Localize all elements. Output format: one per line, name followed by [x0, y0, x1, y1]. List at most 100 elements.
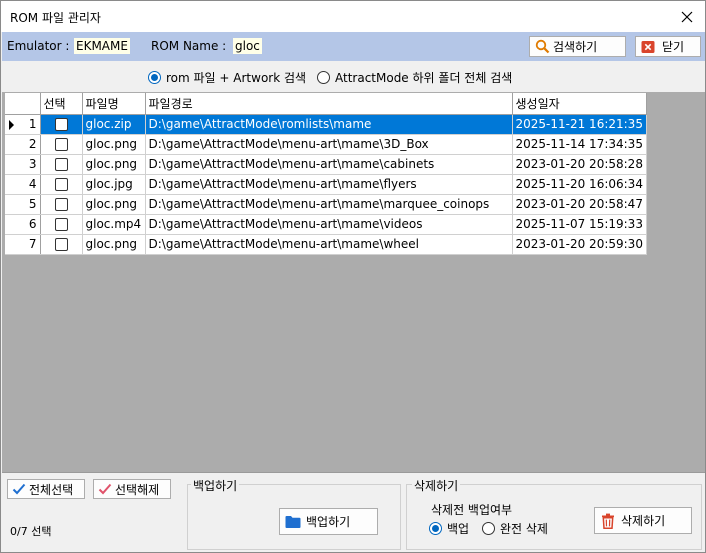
filepath-cell[interactable]: D:\game\AttractMode\menu-art\mame\marque…: [145, 194, 513, 215]
row-number[interactable]: 5: [5, 194, 41, 215]
folder-icon: [285, 515, 301, 528]
filename-cell[interactable]: gloc.png: [82, 234, 146, 255]
column-header-filepath[interactable]: 파일경로: [145, 93, 513, 115]
check-icon: [12, 483, 26, 495]
column-header-created[interactable]: 생성일자: [512, 93, 647, 115]
filename-cell[interactable]: gloc.png: [82, 154, 146, 175]
close-button-label: 닫기: [662, 40, 685, 54]
row-select-checkbox[interactable]: [54, 118, 68, 131]
created-date-cell[interactable]: 2023-01-20 20:59:30: [512, 234, 647, 255]
radio-indicator: [429, 522, 442, 535]
search-button-label: 검색하기: [553, 40, 598, 54]
row-header-corner: [5, 93, 41, 115]
trash-icon: [602, 513, 614, 529]
close-icon: [681, 11, 693, 22]
created-date-cell[interactable]: 2025-11-07 15:19:33: [512, 214, 647, 235]
created-date-cell[interactable]: 2025-11-14 17:34:35: [512, 134, 647, 155]
delete-button[interactable]: 삭제하기: [594, 507, 692, 534]
title-bar: ROM 파일 관리자: [1, 1, 705, 32]
filepath-cell[interactable]: D:\game\AttractMode\menu-art\mame\videos: [145, 214, 513, 235]
select-cell: [40, 134, 83, 155]
window-title: ROM 파일 관리자: [10, 11, 101, 25]
selection-count: 0/7 선택: [10, 525, 52, 538]
emulator-label: Emulator :: [7, 39, 70, 53]
select-cell: [40, 114, 83, 135]
current-row-arrow-icon: [9, 119, 14, 130]
created-date-cell[interactable]: 2023-01-20 20:58:47: [512, 194, 647, 215]
backup-button[interactable]: 백업하기: [279, 508, 378, 535]
row-number[interactable]: 1: [5, 114, 41, 135]
filename-cell[interactable]: gloc.png: [82, 134, 146, 155]
filename-cell[interactable]: gloc.jpg: [82, 174, 146, 195]
table-row[interactable]: 2 gloc.png D:\game\AttractMode\menu-art\ma…: [5, 134, 647, 155]
emulator-value: EKMAME: [74, 38, 130, 54]
table-row[interactable]: 3 gloc.png D:\game\AttractMode\menu-art\ma…: [5, 154, 647, 175]
filepath-cell[interactable]: D:\game\AttractMode\menu-art\mame\flyers: [145, 174, 513, 195]
select-cell: [40, 154, 83, 175]
select-all-button[interactable]: 전체선택: [7, 479, 85, 499]
row-number[interactable]: 3: [5, 154, 41, 175]
filepath-cell[interactable]: D:\game\AttractMode\romlists\mame: [145, 114, 513, 135]
radio-rom-artwork[interactable]: rom 파일 + Artwork 검색: [148, 69, 306, 86]
backup-before-delete-label: 삭제전 백업여부: [431, 503, 513, 517]
column-header-select[interactable]: 선택: [40, 93, 83, 115]
radio-indicator: [317, 71, 330, 84]
romname-value: gloc: [233, 38, 262, 54]
check-icon: [98, 483, 112, 495]
radio-all-folders-label: AttractMode 하위 폴더 전체 검색: [335, 71, 513, 85]
filepath-cell[interactable]: D:\game\AttractMode\menu-art\mame\3D_Box: [145, 134, 513, 155]
table-row[interactable]: 5 gloc.png D:\game\AttractMode\menu-art\ma…: [5, 194, 647, 215]
radio-full-delete-label: 완전 삭제: [500, 522, 548, 536]
row-select-checkbox[interactable]: [54, 178, 68, 191]
grid-body: 1 gloc.zip D:\game\AttractMode\romlists\ma…: [5, 114, 647, 255]
rom-file-manager-window: ROM 파일 관리자 Emulator : EKMAME ROM Name : …: [0, 0, 706, 553]
row-select-checkbox[interactable]: [54, 218, 68, 231]
created-date-cell[interactable]: 2025-11-20 16:06:34: [512, 174, 647, 195]
table-row[interactable]: 4 gloc.jpg D:\game\AttractMode\menu-art\ma…: [5, 174, 647, 195]
row-select-checkbox[interactable]: [54, 198, 68, 211]
filepath-cell[interactable]: D:\game\AttractMode\menu-art\mame\wheel: [145, 234, 513, 255]
row-number[interactable]: 2: [5, 134, 41, 155]
window-close-button[interactable]: [669, 1, 705, 32]
created-date-cell[interactable]: 2023-01-20 20:58:28: [512, 154, 647, 175]
search-button[interactable]: 검색하기: [529, 36, 626, 57]
info-bar: Emulator : EKMAME ROM Name : gloc 검색하기 닫…: [2, 32, 705, 61]
backup-group-title: 백업하기: [191, 477, 240, 494]
deselect-all-button[interactable]: 선택해제: [93, 479, 171, 499]
select-cell: [40, 234, 83, 255]
select-cell: [40, 194, 83, 215]
row-number[interactable]: 7: [5, 234, 41, 255]
file-grid: 선택 파일명 파일경로 생성일자 1 gloc.zip D:\game\Attrac…: [5, 93, 647, 255]
bottom-panel: 전체선택 선택해제 0/7 선택 백업하기 백업하기 삭제하기 삭제전 백업여부…: [2, 472, 705, 552]
deselect-all-label: 선택해제: [115, 482, 160, 497]
select-cell: [40, 174, 83, 195]
row-select-checkbox[interactable]: [54, 238, 68, 251]
select-cell: [40, 214, 83, 235]
table-row[interactable]: 6 gloc.mp4 D:\game\AttractMode\menu-art\ma…: [5, 214, 647, 235]
romname-label: ROM Name :: [151, 39, 227, 53]
close-x-icon: [641, 40, 655, 53]
table-row[interactable]: 7 gloc.png D:\game\AttractMode\menu-art\ma…: [5, 234, 647, 255]
radio-all-folders[interactable]: AttractMode 하위 폴더 전체 검색: [317, 69, 512, 86]
row-select-checkbox[interactable]: [54, 158, 68, 171]
column-header-filename[interactable]: 파일명: [82, 93, 146, 115]
backup-button-label: 백업하기: [306, 515, 351, 529]
row-select-checkbox[interactable]: [54, 138, 68, 151]
file-grid-area: 선택 파일명 파일경로 생성일자 1 gloc.zip D:\game\Attrac…: [2, 92, 705, 472]
search-icon: [535, 39, 550, 54]
radio-full-delete[interactable]: 완전 삭제: [482, 520, 548, 537]
filename-cell[interactable]: gloc.zip: [82, 114, 146, 135]
created-date-cell[interactable]: 2025-11-21 16:21:35: [512, 114, 647, 135]
radio-backup[interactable]: 백업: [429, 520, 469, 537]
table-row[interactable]: 1 gloc.zip D:\game\AttractMode\romlists\ma…: [5, 114, 647, 135]
radio-indicator: [148, 71, 161, 84]
row-number[interactable]: 4: [5, 174, 41, 195]
filepath-cell[interactable]: D:\game\AttractMode\menu-art\mame\cabine…: [145, 154, 513, 175]
radio-indicator: [482, 522, 495, 535]
radio-rom-artwork-label: rom 파일 + Artwork 검색: [166, 71, 307, 85]
filename-cell[interactable]: gloc.mp4: [82, 214, 146, 235]
row-number[interactable]: 6: [5, 214, 41, 235]
delete-button-label: 삭제하기: [621, 514, 666, 528]
filename-cell[interactable]: gloc.png: [82, 194, 146, 215]
close-dialog-button[interactable]: 닫기: [635, 36, 701, 57]
